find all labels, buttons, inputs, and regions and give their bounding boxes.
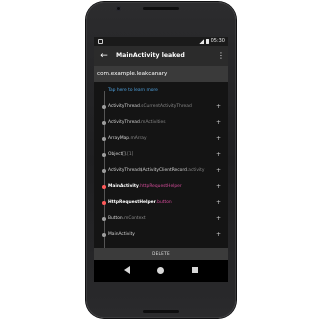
expand-icon[interactable]: + [216, 163, 221, 179]
leak-trace-row[interactable]: ArrayMap.mArray + [94, 131, 228, 147]
navigation-bar [94, 260, 228, 282]
leak-trace-row[interactable]: HttpRequestHelper.button + [94, 195, 228, 211]
trace-field-name: .button [155, 200, 172, 205]
nav-back-icon[interactable] [124, 266, 130, 274]
trace-field-name: .sCurrentActivityThread [139, 104, 192, 109]
trace-row-label: MainActivity [108, 227, 135, 243]
trace-row-label: Button.mContext [108, 211, 146, 227]
phone-frame: 05:30 ← MainActivity leaked ⋮ com.exampl… [86, 2, 236, 318]
trace-class-name: MainActivity [108, 232, 135, 237]
status-icons: 05:30 [198, 37, 225, 46]
learn-more-text[interactable]: Tap here to learn more [108, 83, 158, 99]
trace-node-dot [102, 121, 106, 125]
page-title: MainActivity leaked [116, 52, 185, 59]
more-vert-icon[interactable]: ⋮ [217, 49, 225, 63]
nav-recents-icon[interactable] [192, 267, 198, 273]
trace-node-dot [102, 105, 106, 109]
leak-trace-row[interactable]: ActivityThread.sCurrentActivityThread + [94, 99, 228, 115]
leak-trace-list: Tap here to learn more ActivityThread.sC… [94, 83, 228, 243]
trace-class-name: Button [108, 216, 123, 221]
trace-row-label: HttpRequestHelper.button [108, 195, 172, 211]
expand-icon[interactable]: + [216, 115, 221, 131]
battery-icon [205, 39, 209, 44]
learn-more-row[interactable]: Tap here to learn more [94, 83, 228, 99]
expand-icon[interactable]: + [216, 211, 221, 227]
trace-row-label: ActivityThread.mActivities [108, 115, 165, 131]
trace-field-name: .activity [186, 168, 205, 173]
trace-node-dot [102, 169, 106, 173]
trace-field-name: .[1] [125, 152, 134, 157]
expand-icon[interactable]: + [216, 131, 221, 147]
earpiece-speaker [143, 7, 179, 10]
trace-class-name: ActivityThread [108, 120, 140, 125]
status-time: 05:30 [210, 38, 225, 44]
trace-node-dot [102, 201, 106, 205]
expand-icon[interactable]: + [216, 147, 221, 163]
expand-icon[interactable]: + [216, 195, 221, 211]
expand-icon[interactable]: + [216, 99, 221, 115]
trace-field-name: .httpRequestHelper [138, 184, 182, 189]
nav-home-icon[interactable] [157, 267, 164, 274]
expand-icon[interactable]: + [216, 179, 221, 195]
notification-icon [98, 39, 103, 44]
package-header: com.example.leakcanary [94, 66, 228, 82]
trace-field-name: .mArray [129, 136, 147, 141]
leak-trace-row[interactable]: ActivityThread.mActivities + [94, 115, 228, 131]
screen: 05:30 ← MainActivity leaked ⋮ com.exampl… [94, 37, 228, 282]
trace-node-dot [102, 185, 106, 189]
leak-trace-row[interactable]: ActivityThread$ActivityClientRecord.acti… [94, 163, 228, 179]
trace-class-name: ArrayMap [108, 136, 130, 141]
trace-node-dot [102, 137, 106, 141]
trace-class-name: Object[] [108, 152, 126, 157]
arrow-back-icon[interactable]: ← [98, 49, 110, 63]
signal-icon [198, 39, 204, 44]
trace-field-name: .mContext [122, 216, 146, 221]
trace-node-dot [102, 233, 106, 237]
bottom-speaker [143, 310, 179, 313]
leak-trace-row[interactable]: MainActivity.httpRequestHelper + [94, 179, 228, 195]
trace-class-name: ActivityThread [108, 104, 140, 109]
trace-class-name: HttpRequestHelper [108, 200, 156, 205]
front-camera [116, 6, 121, 11]
status-bar: 05:30 [94, 37, 228, 46]
trace-node-dot [102, 217, 106, 221]
leak-trace-row[interactable]: Object[].[1] + [94, 147, 228, 163]
trace-row-label: ArrayMap.mArray [108, 131, 147, 147]
leak-trace-row[interactable]: MainActivity + [94, 227, 228, 243]
leak-trace-row[interactable]: Button.mContext + [94, 211, 228, 227]
trace-row-label: ActivityThread$ActivityClientRecord.acti… [108, 163, 204, 179]
trace-row-label: Object[].[1] [108, 147, 133, 163]
trace-field-name: .mActivities [139, 120, 166, 125]
expand-icon[interactable]: + [216, 227, 221, 243]
app-toolbar: ← MainActivity leaked ⋮ [94, 46, 228, 66]
delete-button[interactable]: DELETE [94, 248, 228, 260]
trace-class-name: ActivityThread$ActivityClientRecord [108, 168, 187, 173]
trace-row-label: MainActivity.httpRequestHelper [108, 179, 182, 195]
trace-node-dot [102, 153, 106, 157]
trace-row-label: ActivityThread.sCurrentActivityThread [108, 99, 192, 115]
trace-class-name: MainActivity [108, 184, 139, 189]
